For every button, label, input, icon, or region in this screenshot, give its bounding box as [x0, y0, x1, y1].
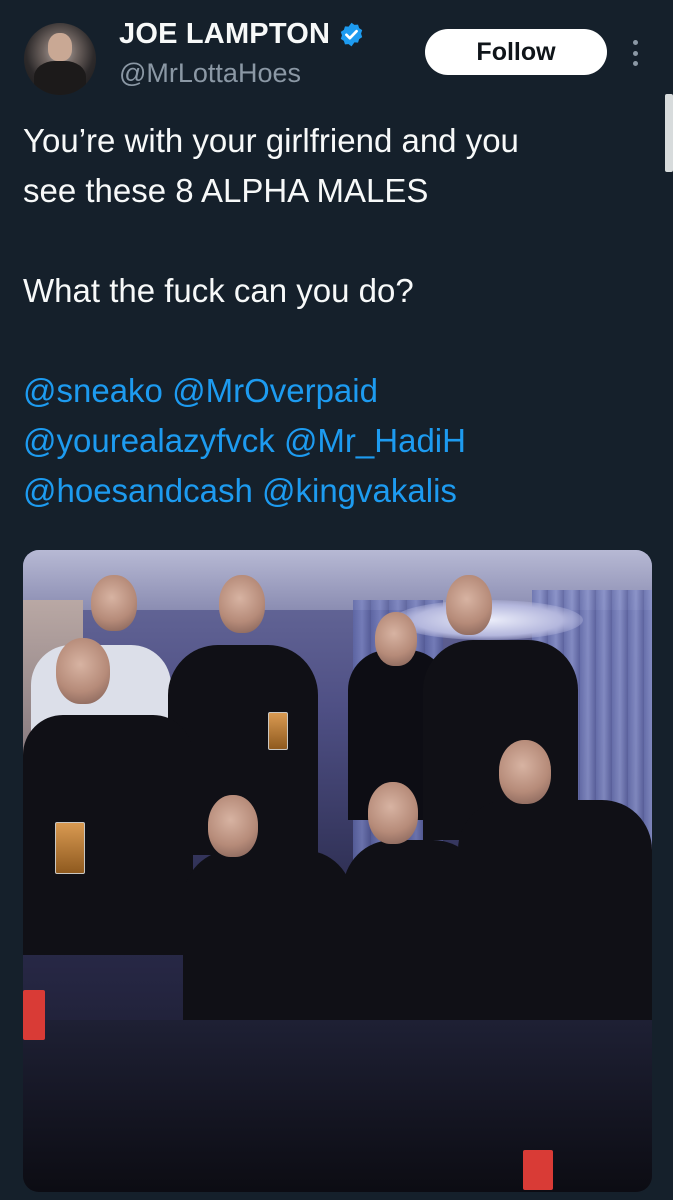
mention-link[interactable]: @Mr_HadiH — [284, 422, 466, 459]
author-name-row[interactable]: JOE LAMPTON — [119, 18, 365, 51]
scrollbar-thumb[interactable] — [665, 94, 673, 172]
mention-link[interactable]: @MrOverpaid — [172, 372, 378, 409]
photo-face — [446, 575, 492, 635]
verified-badge-icon — [340, 22, 363, 47]
tweet-line: What the fuck can you do? — [23, 272, 414, 309]
author-display-name[interactable]: JOE LAMPTON — [119, 18, 330, 51]
tweet-line: You’re with your girlfriend and you — [23, 122, 519, 159]
more-dot — [632, 40, 638, 45]
photo-face — [91, 575, 137, 631]
photo-face — [368, 782, 418, 844]
mention-link[interactable]: @kingvakalis — [262, 472, 457, 509]
photo-glass — [523, 1150, 553, 1190]
tweet-screen: JOE LAMPTON @MrLottaHoes Follow You’re w… — [0, 0, 673, 1200]
avatar-head — [48, 33, 72, 61]
author-avatar[interactable] — [24, 23, 96, 95]
mentions-line: @hoesandcash @kingvakalis — [23, 466, 653, 516]
photo-glass — [23, 990, 45, 1040]
photo-face — [499, 740, 551, 804]
photo-person — [23, 715, 193, 955]
tweet-text: You’re with your girlfriend and you see … — [23, 116, 653, 516]
photo-couch — [23, 1020, 652, 1192]
mention-link[interactable]: @sneako — [23, 372, 163, 409]
more-dot — [632, 50, 638, 56]
author-handle[interactable]: @MrLottaHoes — [119, 58, 301, 89]
tweet-photo[interactable] — [23, 550, 652, 1192]
photo-face — [219, 575, 265, 633]
photo-glass — [55, 822, 85, 874]
photo-face — [375, 612, 417, 666]
photo-face — [56, 638, 110, 704]
more-dot — [632, 61, 638, 66]
more-vertical-icon[interactable] — [624, 37, 646, 69]
photo-person — [458, 800, 652, 1050]
mentions-line: @yourealazyfvck @Mr_HadiH — [23, 416, 653, 466]
mentions-line: @sneako @MrOverpaid — [23, 366, 653, 416]
photo-glass — [268, 712, 288, 750]
photo-face — [208, 795, 258, 857]
mention-link[interactable]: @hoesandcash — [23, 472, 253, 509]
mention-link[interactable]: @yourealazyfvck — [23, 422, 275, 459]
tweet-line: see these 8 ALPHA MALES — [23, 172, 429, 209]
avatar-body — [34, 61, 86, 95]
follow-button[interactable]: Follow — [425, 29, 607, 75]
